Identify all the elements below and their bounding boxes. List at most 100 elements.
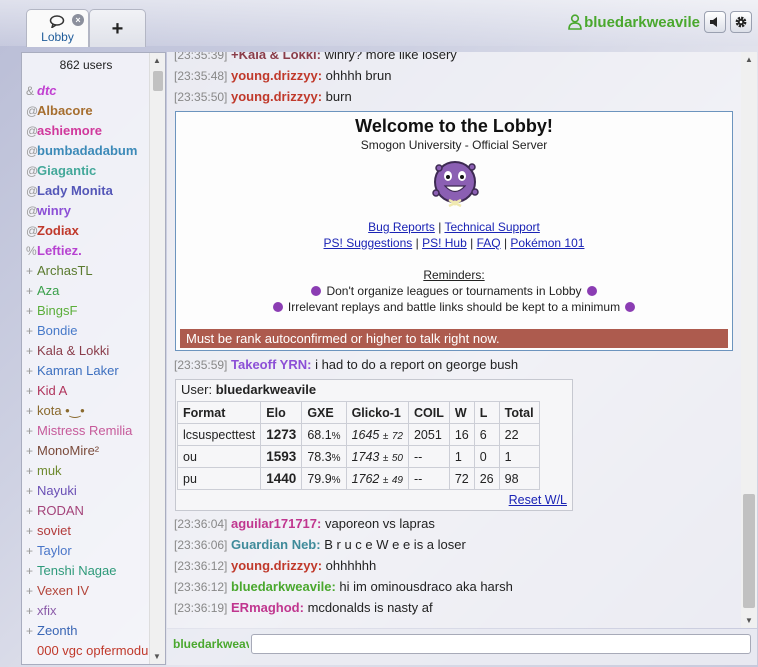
gxe-cell: 78.3% (301, 445, 347, 468)
user-name: ArchasTL (37, 263, 93, 278)
user-list-item[interactable]: + Kid A (26, 381, 152, 401)
user-list-item[interactable]: + Bondie (26, 321, 152, 341)
message-timestamp: [23:36:12] (174, 580, 228, 594)
percent-sign: % (331, 430, 341, 442)
user-list-item[interactable]: + RODAN (26, 501, 152, 521)
message-username[interactable]: young.drizzyy: (231, 89, 322, 104)
stats-username[interactable]: bluedarkweavile (216, 382, 316, 397)
user-list-item[interactable]: %Leftiez. (26, 241, 152, 261)
welcome-links-row2: PS! Suggestions | PS! Hub | FAQ | Pokémo… (176, 236, 732, 250)
user-list-item[interactable]: + Taylor (26, 541, 152, 561)
message-text: i had to do a report on george bush (315, 357, 519, 372)
user-rank: + (26, 264, 34, 278)
user-rank: @ (26, 144, 39, 158)
chat-message: [23:36:06] Guardian Neb: B r u c e W e e… (174, 537, 466, 552)
message-username[interactable]: bluedarkweavile: (231, 579, 336, 594)
user-list-item[interactable]: + Vexen IV (26, 581, 152, 601)
user-list-item[interactable]: + Zeonth (26, 621, 152, 641)
faq-link[interactable]: FAQ (477, 236, 501, 250)
glicko-value: 1762 (351, 471, 380, 486)
losses-cell: 26 (473, 467, 500, 490)
message-input[interactable] (251, 634, 751, 654)
message-input-bar: bluedarkweavile (167, 629, 757, 665)
tab-lobby[interactable]: Lobby × (26, 9, 89, 47)
ps-hub-link[interactable]: PS! Hub (422, 236, 467, 250)
user-list-item[interactable]: @Albacore (26, 101, 152, 121)
coil-cell: -- (407, 445, 450, 468)
settings-button[interactable] (730, 11, 752, 33)
message-username[interactable]: +Kala & Lokki: (231, 52, 321, 62)
suggestions-link[interactable]: PS! Suggestions (324, 236, 413, 250)
close-icon[interactable]: × (72, 14, 84, 26)
rank-notice-banner: Must be rank autoconfirmed or higher to … (180, 329, 728, 348)
user-name: ashiemore (37, 123, 103, 138)
user-list-item[interactable]: + MonoMire² (26, 441, 152, 461)
user-rank: + (26, 404, 34, 418)
user-list-item[interactable]: @Zodiax (26, 221, 152, 241)
table-header-cell: Elo (260, 401, 303, 424)
scroll-up-icon[interactable]: ▲ (153, 56, 161, 65)
message-text: ohhhhhh (325, 558, 377, 573)
total-cell: 1 (498, 445, 540, 468)
bug-reports-link[interactable]: Bug Reports (368, 220, 435, 234)
user-list-item[interactable]: 000 vgc opfermodu (26, 641, 152, 661)
glicko-cell: 1743 ± 50 (345, 445, 409, 468)
pokemon-101-link[interactable]: Pokémon 101 (510, 236, 584, 250)
reset-wl-link[interactable]: Reset W/L (509, 493, 567, 507)
message-username[interactable]: ERmaghod: (231, 600, 304, 615)
table-row: ou 1593 78.3% 1743 ± 50 -- 1 0 1 (176, 445, 540, 468)
user-list-item[interactable]: + Tenshi Nagae (26, 561, 152, 581)
message-username[interactable]: Guardian Neb: (231, 537, 321, 552)
user-list-item[interactable]: @winry (26, 201, 152, 221)
current-user[interactable]: bluedarkweavile (568, 14, 700, 31)
user-list-item[interactable]: + Nayuki (26, 481, 152, 501)
glicko-value: 1743 (351, 449, 380, 464)
reminder-2: Irrelevant replays and battle links shou… (176, 300, 732, 314)
user-list-item[interactable]: + kota •‿• (26, 401, 152, 421)
user-name: kota •‿• (37, 403, 85, 418)
user-rank: + (26, 344, 34, 358)
user-list-item[interactable]: + Kala & Lokki (26, 341, 152, 361)
user-list-item[interactable]: @Lady Monita (26, 181, 152, 201)
user-name: Zodiax (37, 223, 79, 238)
message-username[interactable]: young.drizzyy: (231, 68, 322, 83)
user-list-scrollbar[interactable]: ▲ ▼ (149, 53, 165, 664)
user-list-item[interactable]: + ArchasTL (26, 261, 152, 281)
user-list-item[interactable]: + Mistress Remilia (26, 421, 152, 441)
new-tab-button[interactable]: + (89, 9, 146, 47)
user-list-item[interactable]: + BingsF (26, 301, 152, 321)
user-list-item[interactable]: + soviet (26, 521, 152, 541)
user-list-item[interactable]: @ashiemore (26, 121, 152, 141)
user-name: muk (37, 463, 62, 478)
scroll-down-icon[interactable]: ▼ (153, 652, 161, 661)
message-username[interactable]: young.drizzyy: (231, 558, 322, 573)
user-list-item[interactable]: @Giagantic (26, 161, 152, 181)
glicko-deviation: 72 (391, 430, 403, 442)
message-timestamp: [23:36:19] (174, 601, 228, 615)
link-separator: | (470, 236, 474, 250)
koffing-sprite-icon (432, 161, 479, 208)
chat-scrollbar[interactable]: ▲ ▼ (741, 52, 757, 628)
user-name: Lady Monita (37, 183, 113, 198)
message-username[interactable]: Takeoff YRN: (231, 357, 311, 372)
technical-support-link[interactable]: Technical Support (444, 220, 539, 234)
scroll-up-icon[interactable]: ▲ (745, 55, 753, 64)
user-list-item[interactable]: @bumbadadabum (26, 141, 152, 161)
message-timestamp: [23:36:12] (174, 559, 228, 573)
gxe-value: 68.1 (307, 427, 332, 442)
user-list-item[interactable]: + Kamran Laker (26, 361, 152, 381)
message-username[interactable]: aguilar171717: (231, 516, 321, 531)
user-list-scroll-thumb[interactable] (153, 71, 163, 91)
scroll-down-icon[interactable]: ▼ (745, 616, 753, 625)
user-list-item[interactable]: + muk (26, 461, 152, 481)
chat-message: [23:35:59] Takeoff YRN: i had to do a re… (174, 357, 518, 372)
user-name: Mistress Remilia (37, 423, 133, 438)
user-list-item[interactable]: + xfix (26, 601, 152, 621)
user-list-item[interactable]: + Aza (26, 281, 152, 301)
sound-button[interactable] (704, 11, 726, 33)
chat-scroll-thumb[interactable] (743, 494, 755, 608)
user-rank: + (26, 564, 34, 578)
user-list-item[interactable]: & dtc (26, 81, 152, 101)
user-name: Kid A (37, 383, 68, 398)
message-text: hi im ominousdraco aka harsh (339, 579, 513, 594)
